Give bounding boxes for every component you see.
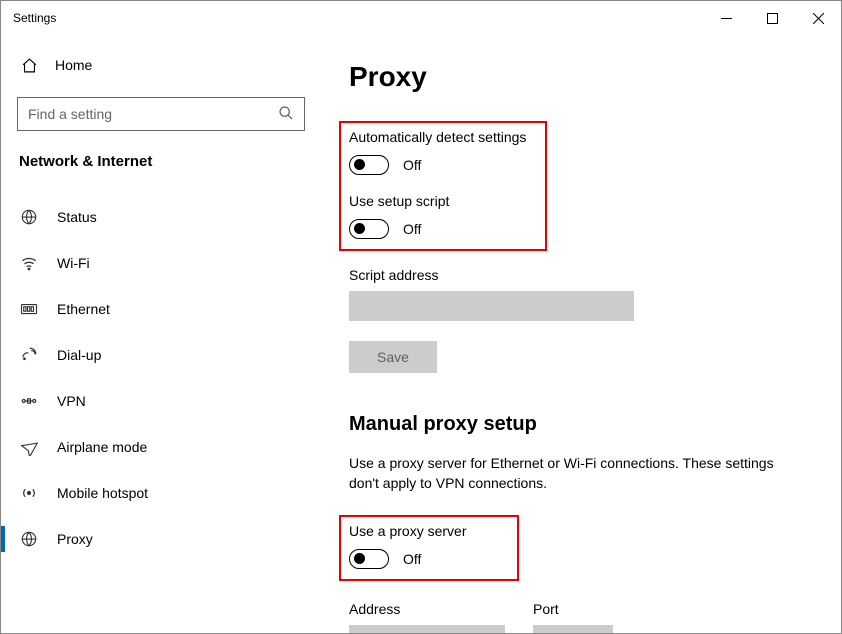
manual-section-desc: Use a proxy server for Ethernet or Wi-Fi… <box>349 454 789 493</box>
save-button-label: Save <box>377 349 409 365</box>
sidebar-item-hotspot[interactable]: Mobile hotspot <box>1 470 321 516</box>
maximize-button[interactable] <box>749 1 795 35</box>
home-icon <box>19 57 39 74</box>
minimize-button[interactable] <box>703 1 749 35</box>
script-address-label: Script address <box>349 267 813 283</box>
search-box[interactable] <box>17 97 305 131</box>
proxy-icon <box>19 530 39 548</box>
auto-detect-toggle[interactable] <box>349 155 389 175</box>
dialup-icon <box>19 346 39 364</box>
sidebar-item-dialup[interactable]: Dial-up <box>1 332 321 378</box>
sidebar-item-status[interactable]: Status <box>1 194 321 240</box>
setting-setup-script: Use setup script Off <box>349 193 535 239</box>
window-buttons <box>703 1 841 35</box>
window-title: Settings <box>13 11 56 25</box>
setup-script-toggle[interactable] <box>349 219 389 239</box>
sidebar-item-label: Dial-up <box>57 347 101 363</box>
script-address-input[interactable] <box>349 291 634 321</box>
search-input[interactable] <box>28 106 278 122</box>
manual-section-title: Manual proxy setup <box>349 413 813 436</box>
home-link[interactable]: Home <box>1 45 321 85</box>
setup-script-label: Use setup script <box>349 193 535 209</box>
wifi-icon <box>19 254 39 272</box>
airplane-icon <box>19 438 39 456</box>
content-pane: Proxy Automatically detect settings Off … <box>321 35 841 633</box>
sidebar-item-label: Airplane mode <box>57 439 147 455</box>
hotspot-icon <box>19 484 39 502</box>
sidebar: Home Network & Internet Status <box>1 35 321 633</box>
close-button[interactable] <box>795 1 841 35</box>
address-label: Address <box>349 601 505 617</box>
save-button[interactable]: Save <box>349 341 437 373</box>
highlight-use-proxy: Use a proxy server Off <box>339 515 519 581</box>
ethernet-icon <box>19 300 39 318</box>
highlight-auto-section: Automatically detect settings Off Use se… <box>339 121 547 251</box>
sidebar-item-label: Proxy <box>57 531 93 547</box>
search-icon <box>278 105 294 124</box>
sidebar-item-label: VPN <box>57 393 86 409</box>
status-icon <box>19 208 39 226</box>
sidebar-item-label: Mobile hotspot <box>57 485 148 501</box>
home-label: Home <box>55 57 92 73</box>
auto-detect-state: Off <box>403 157 421 173</box>
use-proxy-label: Use a proxy server <box>349 523 507 539</box>
titlebar: Settings <box>1 1 841 35</box>
nav-list: Status Wi-Fi Ethernet <box>1 194 321 562</box>
sidebar-item-label: Ethernet <box>57 301 110 317</box>
sidebar-item-vpn[interactable]: VPN <box>1 378 321 424</box>
setting-auto-detect: Automatically detect settings Off <box>349 129 535 175</box>
sidebar-item-airplane[interactable]: Airplane mode <box>1 424 321 470</box>
setup-script-state: Off <box>403 221 421 237</box>
vpn-icon <box>19 392 39 410</box>
use-proxy-state: Off <box>403 551 421 567</box>
address-input[interactable] <box>349 625 505 633</box>
auto-detect-label: Automatically detect settings <box>349 129 535 145</box>
sidebar-section-header: Network & Internet <box>1 131 321 180</box>
sidebar-item-label: Status <box>57 209 97 225</box>
port-input[interactable] <box>533 625 613 633</box>
sidebar-item-wifi[interactable]: Wi-Fi <box>1 240 321 286</box>
port-label: Port <box>533 601 613 617</box>
sidebar-item-label: Wi-Fi <box>57 255 90 271</box>
settings-window: Settings Home <box>0 0 842 634</box>
page-title: Proxy <box>349 61 813 93</box>
sidebar-item-ethernet[interactable]: Ethernet <box>1 286 321 332</box>
sidebar-item-proxy[interactable]: Proxy <box>1 516 321 562</box>
use-proxy-toggle[interactable] <box>349 549 389 569</box>
